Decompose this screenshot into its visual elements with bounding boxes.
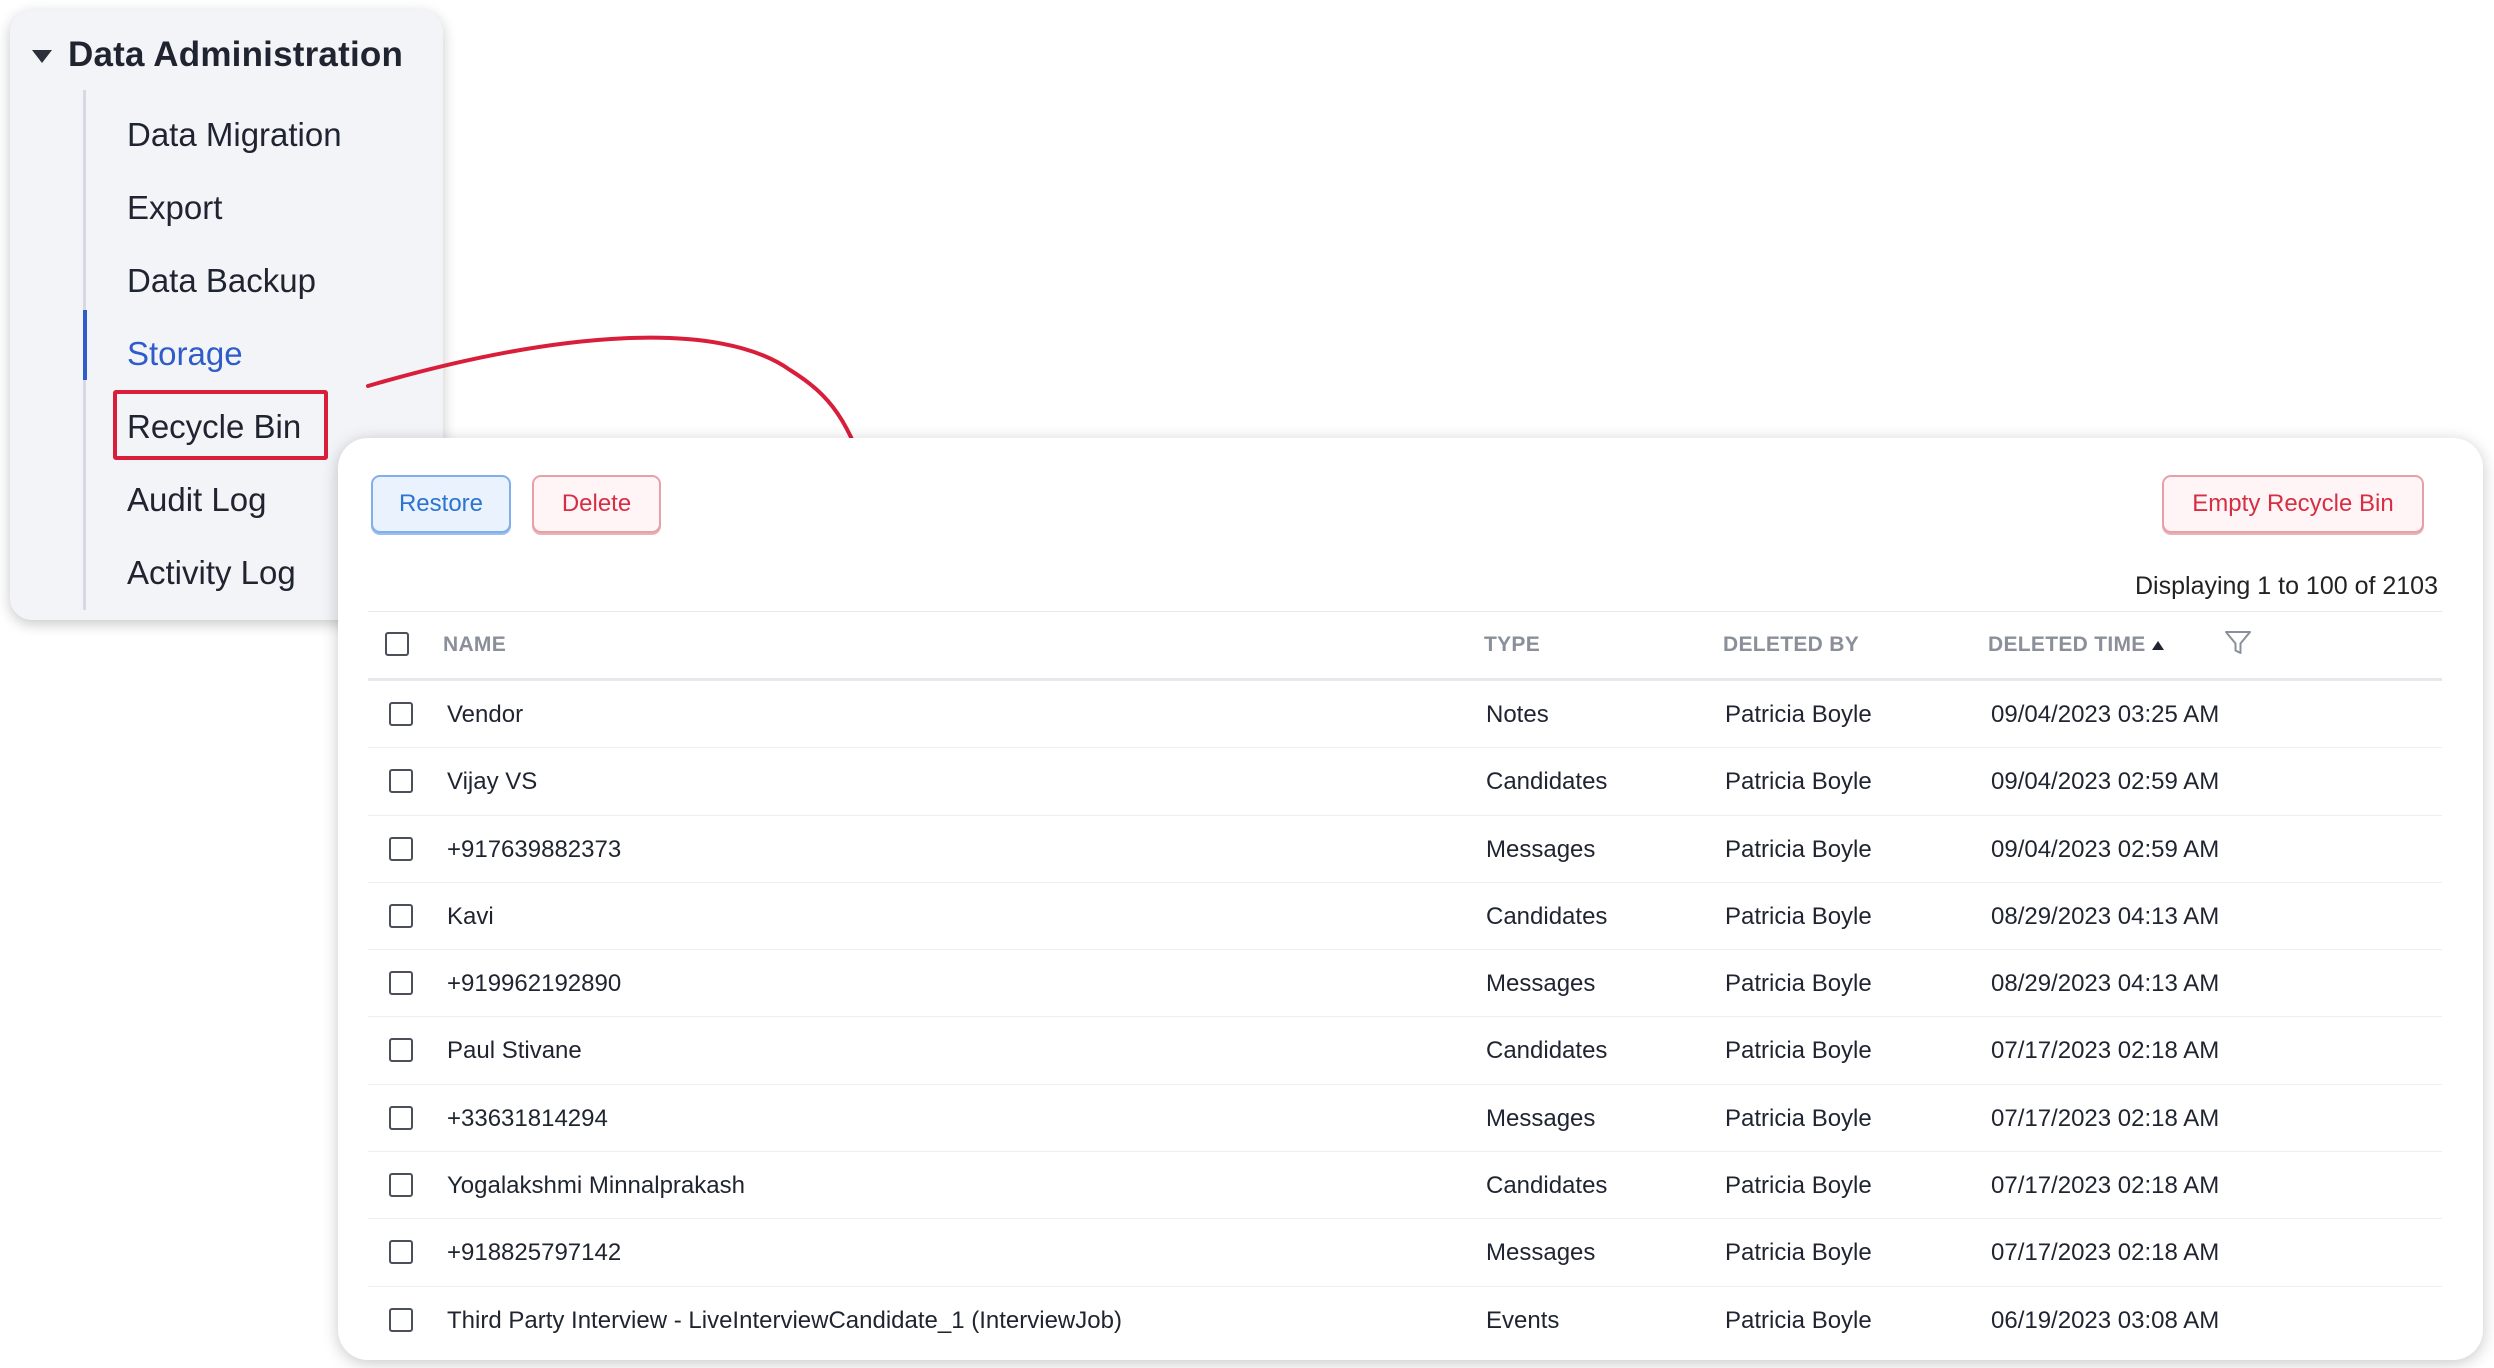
delete-button[interactable]: Delete [532, 475, 661, 533]
row-checkbox[interactable] [389, 1105, 413, 1130]
cell-name: Third Party Interview - LiveInterviewCan… [447, 1306, 1122, 1334]
cell-type: Messages [1486, 970, 1596, 998]
recycle-bin-panel: Restore Delete Empty Recycle Bin Display… [338, 438, 2483, 1360]
cell-type: Candidates [1486, 1037, 1608, 1065]
table-row[interactable]: +919962192890 Messages Patricia Boyle 08/29… [368, 950, 2442, 1018]
cell-type: Candidates [1486, 1172, 1608, 1200]
cell-name: Vijay VS [447, 768, 538, 796]
cell-deleted-by: Patricia Boyle [1725, 970, 1872, 998]
recycle-bin-table: NAME TYPE DELETED BY DELETED TIME Vendor… [368, 611, 2442, 1354]
row-checkbox[interactable] [389, 836, 413, 861]
sidebar-item-storage[interactable]: Storage [127, 334, 243, 374]
cell-name: +33631814294 [447, 1104, 608, 1132]
row-checkbox[interactable] [389, 1307, 413, 1332]
cell-name: Paul Stivane [447, 1037, 582, 1065]
empty-recycle-bin-button[interactable]: Empty Recycle Bin [2162, 475, 2424, 533]
cell-deleted-by: Patricia Boyle [1725, 1037, 1872, 1065]
table-body: Vendor Notes Patricia Boyle 09/04/2023 03:2… [368, 681, 2442, 1354]
row-checkbox[interactable] [389, 1240, 413, 1265]
table-row[interactable]: Vendor Notes Patricia Boyle 09/04/2023 03:2… [368, 681, 2442, 749]
column-header-deleted-time[interactable]: DELETED TIME [1988, 612, 2164, 678]
cell-type: Messages [1486, 1104, 1596, 1132]
cell-name: Yogalakshmi Minnalprakash [447, 1172, 745, 1200]
data-administration-header[interactable]: Data Administration [32, 24, 403, 86]
sidebar-item-activity-log[interactable]: Activity Log [127, 553, 296, 593]
section-title: Data Administration [68, 35, 404, 74]
sidebar-item-recycle-bin[interactable]: Recycle Bin [127, 407, 301, 447]
deleted-time-label: DELETED TIME [1988, 633, 2146, 656]
row-checkbox[interactable] [389, 769, 413, 794]
cell-deleted-by: Patricia Boyle [1725, 768, 1872, 796]
cell-deleted-by: Patricia Boyle [1725, 701, 1872, 728]
row-checkbox[interactable] [389, 1038, 413, 1063]
cell-name: Kavi [447, 902, 494, 930]
cell-type: Candidates [1486, 902, 1608, 930]
cell-deleted-time: 09/04/2023 03:25 AM [1991, 701, 2220, 728]
cell-deleted-by: Patricia Boyle [1725, 1306, 1872, 1334]
cell-deleted-by: Patricia Boyle [1725, 902, 1872, 930]
cell-deleted-by: Patricia Boyle [1725, 1239, 1872, 1267]
column-header-deleted-by[interactable]: DELETED BY [1723, 612, 1859, 678]
table-header: NAME TYPE DELETED BY DELETED TIME [368, 611, 2442, 681]
row-checkbox[interactable] [389, 971, 413, 996]
sort-ascending-icon [2151, 641, 2164, 650]
cell-deleted-time: 08/29/2023 04:13 AM [1991, 970, 2220, 998]
column-header-name[interactable]: NAME [443, 612, 506, 678]
table-row[interactable]: Paul Stivane Candidates Patricia Boyle 07/1… [368, 1017, 2442, 1085]
cell-type: Events [1486, 1306, 1560, 1334]
column-header-type[interactable]: TYPE [1484, 612, 1540, 678]
sidebar-item-data-migration[interactable]: Data Migration [127, 115, 342, 155]
cell-deleted-by: Patricia Boyle [1725, 1172, 1872, 1200]
table-row[interactable]: Yogalakshmi Minnalprakash Candidates Patri… [368, 1152, 2442, 1220]
filter-icon[interactable] [2223, 628, 2253, 658]
row-checkbox[interactable] [389, 1173, 413, 1198]
cell-deleted-time: 07/17/2023 02:18 AM [1991, 1239, 2220, 1267]
cell-deleted-time: 09/04/2023 02:59 AM [1991, 835, 2220, 863]
cell-deleted-by: Patricia Boyle [1725, 1104, 1872, 1132]
restore-button[interactable]: Restore [371, 475, 511, 533]
cell-deleted-time: 08/29/2023 04:13 AM [1991, 902, 2220, 930]
table-row[interactable]: +918825797142 Messages Patricia Boyle 07/17… [368, 1219, 2442, 1287]
table-row[interactable]: Kavi Candidates Patricia Boyle 08/29/2023 0… [368, 883, 2442, 951]
table-row[interactable]: Third Party Interview - LiveInterviewCan… [368, 1287, 2442, 1354]
cell-deleted-by: Patricia Boyle [1725, 835, 1872, 863]
cell-deleted-time: 06/19/2023 03:08 AM [1991, 1306, 2220, 1334]
sidebar-item-data-backup[interactable]: Data Backup [127, 261, 316, 301]
cell-type: Messages [1486, 1239, 1596, 1267]
cell-name: +917639882373 [447, 835, 622, 863]
select-all-checkbox[interactable] [385, 632, 409, 656]
sidebar-item-audit-log[interactable]: Audit Log [127, 480, 266, 520]
cell-deleted-time: 07/17/2023 02:18 AM [1991, 1104, 2220, 1132]
table-row[interactable]: Vijay VS Candidates Patricia Boyle 09/04/20… [368, 748, 2442, 816]
table-row[interactable]: +917639882373 Messages Patricia Boyle 09/04… [368, 816, 2442, 883]
row-checkbox[interactable] [389, 903, 413, 928]
active-indicator [83, 310, 87, 380]
pagination-info: Displaying 1 to 100 of 2103 [2135, 572, 2438, 600]
cell-deleted-time: 07/17/2023 02:18 AM [1991, 1172, 2220, 1200]
cell-name: +919962192890 [447, 970, 622, 998]
cell-deleted-time: 09/04/2023 02:59 AM [1991, 768, 2220, 796]
cell-type: Messages [1486, 835, 1596, 863]
cell-type: Candidates [1486, 768, 1608, 796]
nav-rail [83, 90, 87, 610]
caret-down-icon [32, 49, 52, 63]
cell-name: Vendor [447, 701, 524, 728]
table-row[interactable]: +33631814294 Messages Patricia Boyle 07/17/… [368, 1085, 2442, 1153]
sidebar-item-export[interactable]: Export [127, 188, 222, 228]
cell-type: Notes [1486, 701, 1549, 728]
cell-name: +918825797142 [447, 1239, 622, 1267]
row-checkbox[interactable] [389, 702, 413, 726]
cell-deleted-time: 07/17/2023 02:18 AM [1991, 1037, 2220, 1065]
